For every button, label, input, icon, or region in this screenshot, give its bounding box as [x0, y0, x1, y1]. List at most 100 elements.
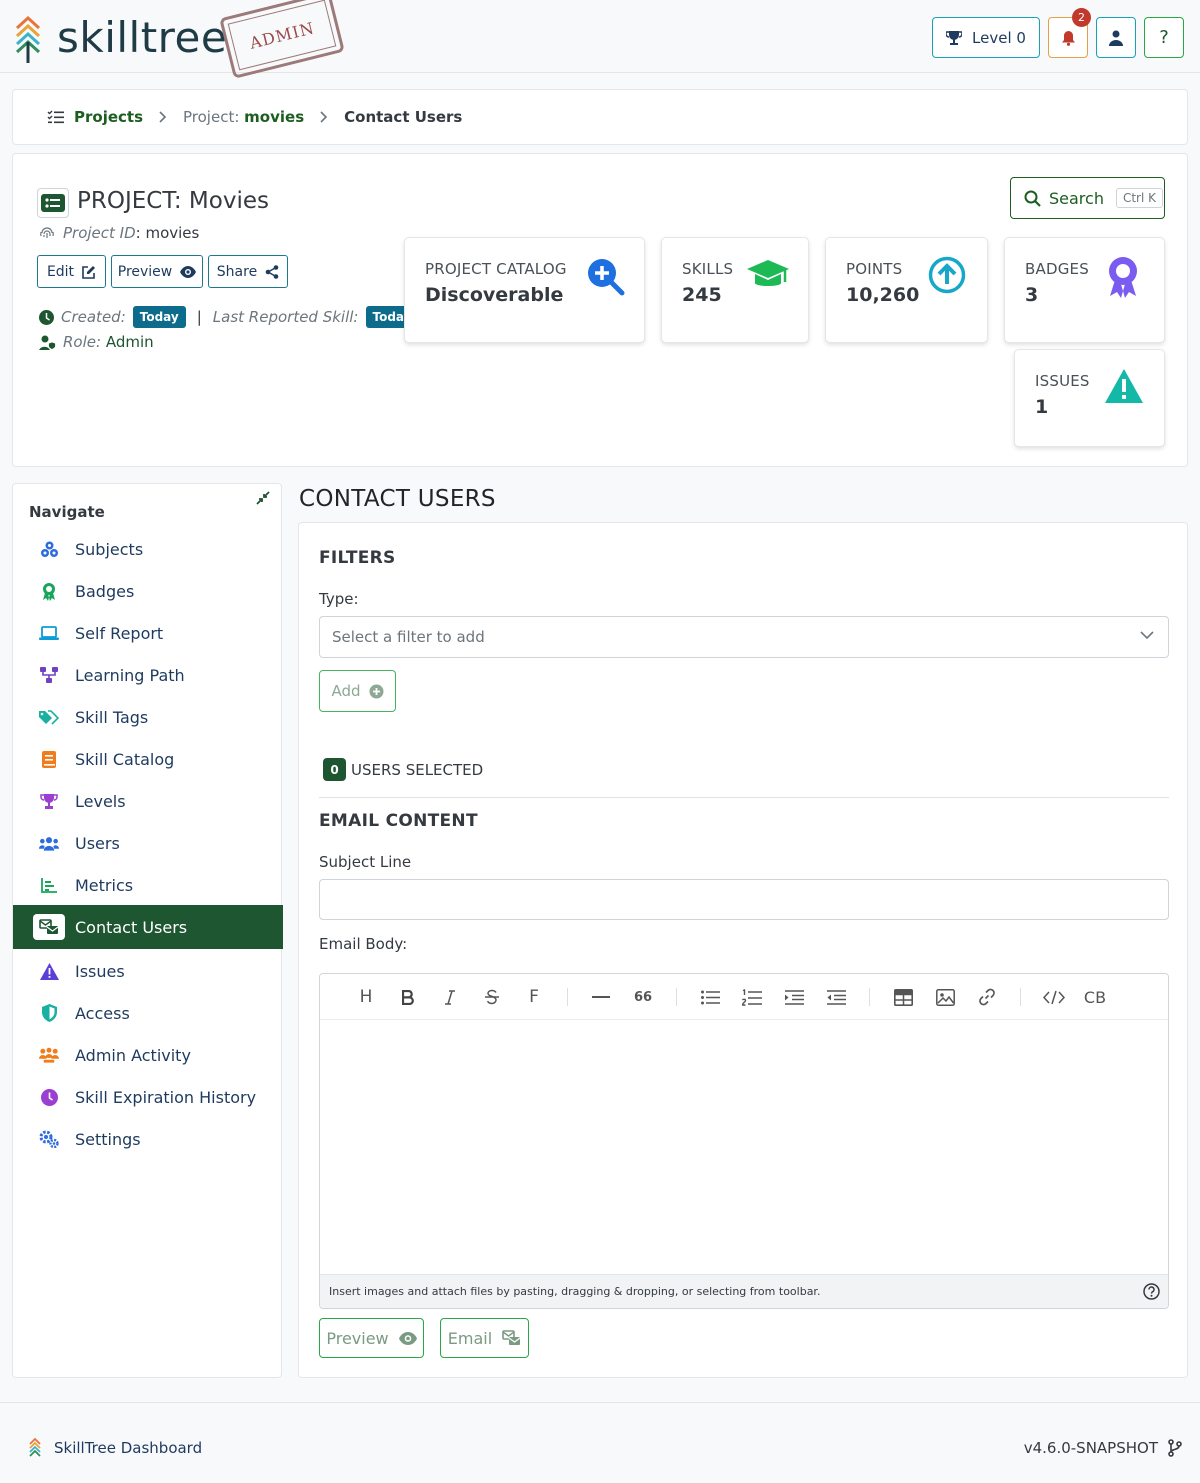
subject-line-label: Subject Line: [319, 853, 412, 871]
eye-icon: [180, 265, 197, 278]
stat-label: ISSUES: [1035, 372, 1090, 390]
stat-card-issues[interactable]: ISSUES 1: [1014, 349, 1165, 447]
outdent-tool[interactable]: [825, 986, 847, 1008]
level-button[interactable]: Level 0: [932, 17, 1040, 58]
contact-users-card: FILTERS Type: Select a filter to add Add…: [298, 522, 1188, 1378]
stat-label: BADGES: [1025, 260, 1089, 278]
chevron-right-icon: [320, 111, 328, 123]
nav-item-subjects[interactable]: Subjects: [13, 528, 283, 570]
heading-tool[interactable]: H: [355, 986, 377, 1008]
page-title: CONTACT USERS: [299, 486, 496, 512]
email-body-label: Email Body:: [319, 935, 408, 953]
project-id-value: : movies: [135, 224, 200, 242]
share-project-button[interactable]: Share: [208, 255, 288, 288]
role-label: Role:: [63, 333, 102, 351]
email-body-editor[interactable]: H F 66 CB Insert images and attach files…: [319, 973, 1169, 1309]
stat-value: 1: [1035, 396, 1049, 418]
filter-type-placeholder: Select a filter to add: [332, 628, 485, 646]
nav-label: Users: [75, 833, 120, 853]
help-button[interactable]: ?: [1144, 17, 1184, 58]
footer-brand: SkillTree Dashboard: [28, 1437, 202, 1459]
stat-value: Discoverable: [425, 284, 564, 306]
created-badge: Today: [132, 306, 186, 328]
preview-project-button[interactable]: Preview: [111, 255, 203, 288]
strikethrough-tool[interactable]: [481, 986, 503, 1008]
code-block-tool[interactable]: CB: [1084, 986, 1106, 1008]
skilltree-logo-icon[interactable]: [14, 14, 42, 64]
nav-item-skill-expiration-history[interactable]: Skill Expiration History: [13, 1076, 283, 1118]
edit-project-button[interactable]: Edit: [37, 255, 106, 288]
search-button[interactable]: Search Ctrl K: [1010, 177, 1165, 219]
footer-app-name[interactable]: SkillTree Dashboard: [54, 1439, 202, 1457]
brand-name[interactable]: skilltree: [57, 12, 227, 64]
nav-item-users[interactable]: Users: [13, 822, 283, 864]
nav-item-skill-catalog[interactable]: Skill Catalog: [13, 738, 283, 780]
stat-card-skills[interactable]: SKILLS 245: [661, 237, 809, 343]
add-button-label: Add: [331, 682, 361, 700]
bold-tool[interactable]: [397, 986, 419, 1008]
nav-item-admin-activity[interactable]: Admin Activity: [13, 1034, 283, 1076]
created-label: Created:: [61, 308, 126, 326]
nav-item-self-report[interactable]: Self Report: [13, 612, 283, 654]
users-selected-count: 0: [323, 758, 346, 781]
search-shortcut-kbd: Ctrl K: [1115, 188, 1164, 208]
nav-label: Admin Activity: [75, 1045, 191, 1065]
stat-card-badges[interactable]: BADGES 3: [1004, 237, 1165, 343]
link-tool[interactable]: [976, 986, 998, 1008]
email-body-textarea[interactable]: [320, 1020, 1168, 1274]
nav-item-metrics[interactable]: Metrics: [13, 864, 283, 906]
footer: SkillTree Dashboard v4.6.0-SNAPSHOT: [0, 1402, 1200, 1483]
nav-item-skill-tags[interactable]: Skill Tags: [13, 696, 283, 738]
preview-email-button[interactable]: Preview: [319, 1318, 424, 1358]
nav-item-access[interactable]: Access: [13, 992, 283, 1034]
quote-tool[interactable]: 66: [632, 986, 654, 1008]
code-tool[interactable]: [1043, 986, 1065, 1008]
nav-label: Contact Users: [75, 917, 188, 937]
breadcrumb-project-link[interactable]: Project: movies: [183, 108, 304, 126]
preview-email-label: Preview: [326, 1328, 389, 1348]
editor-toolbar: H F 66 CB: [320, 974, 1168, 1020]
code-branch-icon[interactable]: [1168, 1439, 1182, 1457]
nav-label: Issues: [75, 961, 125, 981]
bullet-list-tool[interactable]: [699, 986, 721, 1008]
font-tool[interactable]: F: [523, 986, 545, 1008]
breadcrumb-projects-link[interactable]: Projects: [74, 108, 143, 126]
bell-icon: [1061, 30, 1076, 46]
shield-icon: [39, 1003, 59, 1023]
collapse-compress-icon[interactable]: [255, 490, 271, 506]
plus-circle-icon: [369, 684, 384, 699]
book-icon: [39, 749, 59, 769]
user-menu-button[interactable]: [1096, 17, 1136, 58]
stat-label: POINTS: [846, 260, 903, 278]
subject-line-input[interactable]: [319, 879, 1169, 920]
horizontal-rule-tool[interactable]: [590, 986, 612, 1008]
numbered-list-tool[interactable]: [741, 986, 763, 1008]
image-tool[interactable]: [934, 986, 956, 1008]
filters-section-title: FILTERS: [319, 548, 396, 568]
stat-card-points[interactable]: POINTS 10,260: [825, 237, 988, 343]
nav-item-issues[interactable]: Issues: [13, 950, 283, 992]
admin-stamp: ADMIN: [219, 0, 345, 79]
stat-card-project-catalog[interactable]: PROJECT CATALOG Discoverable: [404, 237, 645, 343]
nav-item-badges[interactable]: Badges: [13, 570, 283, 612]
level-label: Level 0: [972, 28, 1026, 47]
arrow-circle-up-icon: [928, 256, 966, 294]
clock-icon: [39, 309, 54, 325]
nav-item-learning-path[interactable]: Learning Path: [13, 654, 283, 696]
nav-item-contact-users[interactable]: Contact Users: [13, 905, 283, 949]
nav-item-settings[interactable]: Settings: [13, 1118, 283, 1160]
warning-triangle-icon: [1104, 368, 1144, 404]
indent-tool[interactable]: [783, 986, 805, 1008]
tasks-list-icon: [47, 110, 64, 124]
trophy-icon: [946, 30, 963, 46]
search-icon: [1024, 190, 1041, 207]
table-tool[interactable]: [892, 986, 914, 1008]
add-filter-button[interactable]: Add: [319, 670, 396, 712]
filter-type-select[interactable]: Select a filter to add: [319, 616, 1169, 658]
admin-stamp-label: ADMIN: [227, 0, 337, 71]
nav-item-levels[interactable]: Levels: [13, 780, 283, 822]
send-email-button[interactable]: Email: [440, 1318, 529, 1358]
stat-label: SKILLS: [682, 260, 734, 278]
project-dates-line: Created: Today | Last Reported Skill: To…: [39, 306, 419, 328]
italic-tool[interactable]: [439, 986, 461, 1008]
